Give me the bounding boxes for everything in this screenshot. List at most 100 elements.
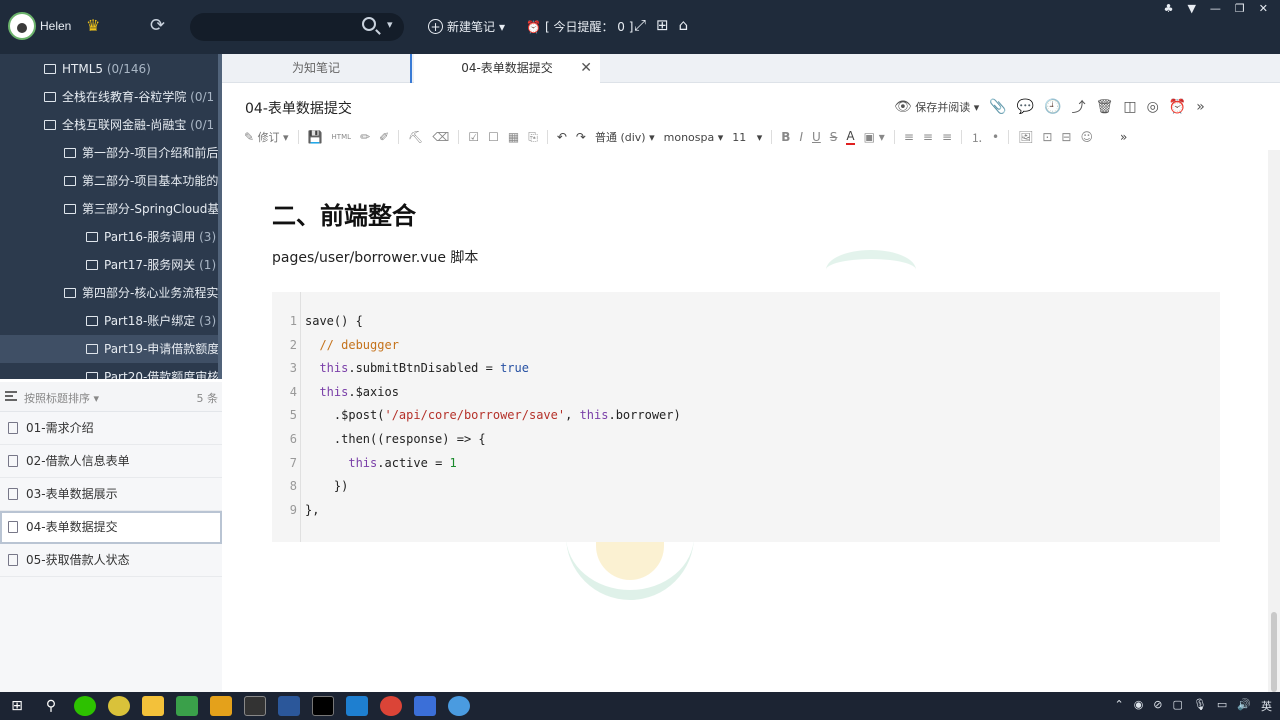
- list-item-selected[interactable]: 04-表单数据提交: [0, 511, 222, 544]
- font-family-select[interactable]: monospa ▾: [664, 131, 724, 144]
- table-icon[interactable]: ▦: [508, 130, 519, 144]
- code-line[interactable]: 6 .then((response) => {: [272, 428, 1220, 452]
- italic-icon[interactable]: I: [799, 130, 803, 144]
- checklist-icon[interactable]: ☑: [468, 130, 479, 144]
- image-icon[interactable]: 🖼: [1018, 130, 1033, 144]
- code-line[interactable]: 4 this.$axios: [272, 381, 1220, 405]
- username[interactable]: Helen: [40, 19, 71, 33]
- avatar[interactable]: [8, 12, 36, 40]
- close-tab-icon[interactable]: ✕: [580, 54, 592, 83]
- intellij-icon[interactable]: [312, 696, 334, 716]
- list-item[interactable]: 05-获取借款人状态: [0, 544, 222, 577]
- format-painter-icon[interactable]: ⛏: [408, 130, 423, 144]
- note-title[interactable]: 04-表单数据提交: [245, 98, 352, 118]
- html-icon[interactable]: HTML: [332, 133, 351, 141]
- tree-item-part19[interactable]: Part19-申请借款额度: [0, 335, 222, 363]
- tree-item-part4[interactable]: 第四部分-核心业务流程实: [0, 279, 222, 307]
- tab-current-note[interactable]: 04-表单数据提交 ✕: [414, 54, 600, 83]
- app-icon[interactable]: [210, 696, 232, 716]
- comment-icon[interactable]: 💬: [1017, 99, 1034, 115]
- chevron-up-icon[interactable]: ⌃: [1114, 698, 1123, 714]
- align-center-icon[interactable]: ≡: [923, 130, 933, 144]
- scrollbar-thumb[interactable]: [1271, 612, 1277, 692]
- sort-dropdown[interactable]: 按照标题排序 ▾: [24, 390, 99, 406]
- highlight-color-icon[interactable]: ▣ ▾: [864, 130, 885, 144]
- minimize-button[interactable]: —: [1210, 2, 1221, 15]
- code-line[interactable]: 2 // debugger: [272, 334, 1220, 358]
- grid-icon[interactable]: ⊞: [656, 16, 669, 34]
- revise-button[interactable]: ✎ 修订 ▾: [244, 129, 289, 145]
- alarm-icon[interactable]: ⏰: [1169, 99, 1186, 115]
- list-item[interactable]: 01-需求介绍: [0, 412, 222, 445]
- search-input[interactable]: ▾: [190, 13, 404, 41]
- align-left-icon[interactable]: ≡: [904, 130, 914, 144]
- word-icon[interactable]: [278, 696, 300, 716]
- insert-table-icon[interactable]: ⊟: [1061, 130, 1071, 144]
- tree-item-shangrongbao[interactable]: 全栈互联网金融-尚融宝 (0/1: [0, 111, 222, 139]
- code-line[interactable]: 7 this.active = 1: [272, 452, 1220, 476]
- tree-item-part2[interactable]: 第二部分-项目基本功能的: [0, 167, 222, 195]
- search-icon[interactable]: [362, 17, 376, 31]
- list-view-icon[interactable]: [5, 391, 17, 401]
- list-item[interactable]: 03-表单数据展示: [0, 478, 222, 511]
- document-scrollbar[interactable]: [1268, 150, 1280, 692]
- wps-icon[interactable]: [414, 696, 436, 716]
- crown-icon[interactable]: ♛: [86, 16, 100, 35]
- split-view-icon[interactable]: ◫: [1123, 99, 1136, 115]
- history-icon[interactable]: 🕘: [1044, 99, 1061, 115]
- tree-item-part17[interactable]: Part17-服务网关 (1): [0, 251, 222, 279]
- tray-app-icon[interactable]: ▢: [1173, 698, 1183, 714]
- tree-item-part1[interactable]: 第一部分-项目介绍和前后: [0, 139, 222, 167]
- ime-indicator[interactable]: 英: [1261, 698, 1272, 714]
- tree-item-html5[interactable]: HTML5 (0/146): [0, 55, 222, 83]
- highlighter-icon[interactable]: ✐: [379, 130, 389, 144]
- list-item[interactable]: 02-借款人信息表单: [0, 445, 222, 478]
- undo-icon[interactable]: ↶: [557, 130, 567, 144]
- code-block[interactable]: 1 save() {2 // debugger 3 this.submitBtnDi…: [272, 292, 1220, 542]
- delete-icon[interactable]: 🗑: [1096, 99, 1114, 115]
- font-size-select[interactable]: 11 ▾: [732, 131, 762, 144]
- wechat-icon[interactable]: [74, 696, 96, 716]
- weibo-icon[interactable]: ◎: [1147, 99, 1159, 115]
- more-icon[interactable]: »: [1120, 130, 1127, 144]
- underline-icon[interactable]: U: [812, 130, 821, 144]
- share-icon[interactable]: ⤴: [1072, 97, 1086, 117]
- tree-item-part20[interactable]: Part20-借款额度审核: [0, 363, 222, 379]
- menu-icon[interactable]: ▼: [1187, 2, 1195, 15]
- tray-app-icon[interactable]: ⊘: [1153, 698, 1162, 714]
- terminal-icon[interactable]: [244, 696, 266, 716]
- code-line[interactable]: 3 this.submitBtnDisabled = true: [272, 357, 1220, 381]
- font-color-icon[interactable]: A: [846, 129, 855, 145]
- align-right-icon[interactable]: ≡: [942, 130, 952, 144]
- microphone-icon[interactable]: 🎙: [1193, 698, 1207, 714]
- chrome-icon[interactable]: [380, 696, 402, 716]
- save-read-button[interactable]: 👁 保存并阅读 ▾: [894, 99, 979, 115]
- volume-icon[interactable]: 🔊: [1237, 698, 1251, 714]
- tree-item-part3[interactable]: 第三部分-SpringCloud基: [0, 195, 222, 223]
- close-button[interactable]: ✕: [1259, 2, 1268, 15]
- code-line[interactable]: 1 save() {: [272, 310, 1220, 334]
- tab-wiz-note[interactable]: 为知笔记: [222, 54, 412, 83]
- vscode-icon[interactable]: [346, 696, 368, 716]
- tree-item-guli[interactable]: 全栈在线教育-谷粒学院 (0/1: [0, 83, 222, 111]
- bullet-list-icon[interactable]: •: [992, 130, 999, 144]
- checkbox-icon[interactable]: ☐: [488, 130, 499, 144]
- block-format-select[interactable]: 普通 (div) ▾: [595, 129, 655, 145]
- more-icon[interactable]: »: [1196, 99, 1205, 115]
- app-icon[interactable]: [176, 696, 198, 716]
- network-icon[interactable]: ▭: [1217, 698, 1227, 714]
- tree-item-part18[interactable]: Part18-账户绑定 (3): [0, 307, 222, 335]
- bold-icon[interactable]: B: [781, 130, 790, 144]
- chevron-down-icon[interactable]: ▾: [499, 20, 505, 34]
- home-icon[interactable]: ⌂: [679, 16, 689, 34]
- expand-icon[interactable]: ⤢: [634, 16, 646, 34]
- screenshot-icon[interactable]: ⊡: [1042, 130, 1052, 144]
- app-icon[interactable]: [448, 696, 470, 716]
- code-line[interactable]: 9},: [272, 499, 1220, 523]
- reminder-button[interactable]: ⏰ [ 今日提醒： 0 ]: [526, 18, 633, 35]
- emoji-icon[interactable]: ☺: [1080, 130, 1093, 144]
- new-note-button[interactable]: + 新建笔记 ▾: [428, 18, 505, 35]
- redo-icon[interactable]: ↷: [576, 130, 586, 144]
- sync-icon[interactable]: ⟳: [150, 15, 165, 36]
- skin-icon[interactable]: ♣: [1164, 2, 1174, 15]
